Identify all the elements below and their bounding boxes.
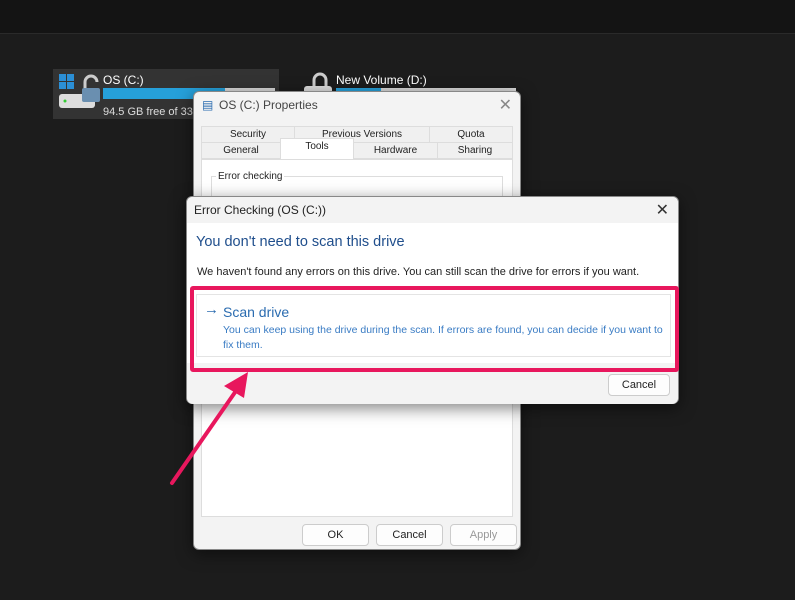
annotation-arrow-icon — [170, 372, 248, 485]
